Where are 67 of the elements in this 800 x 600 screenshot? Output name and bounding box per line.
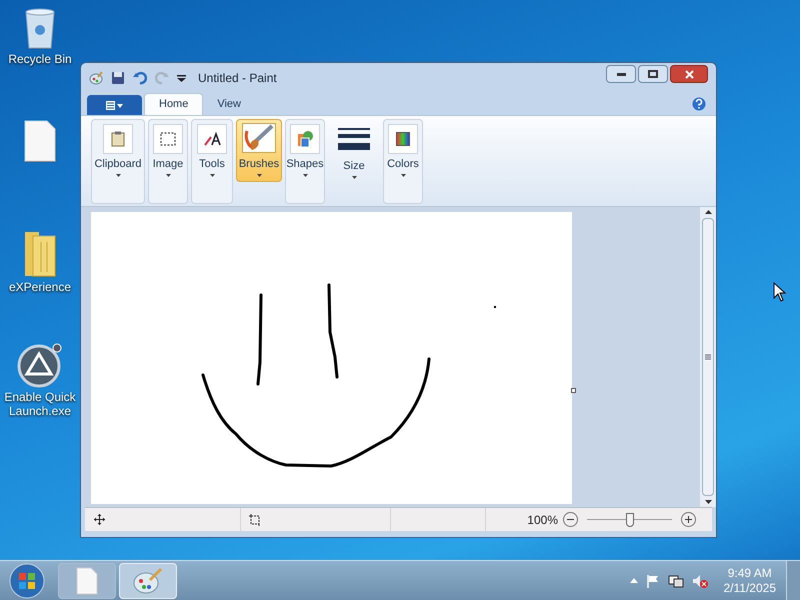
menu-icon — [106, 100, 124, 110]
resize-handle-icon[interactable] — [571, 388, 576, 393]
folder-icon[interactable] — [23, 230, 57, 278]
line-size-icon — [338, 127, 370, 153]
ribbon-group-button[interactable]: Brushes — [236, 119, 282, 182]
ribbon-group-button[interactable]: Clipboard — [91, 119, 145, 204]
move-cursor-icon — [94, 514, 105, 525]
brush-icon — [242, 123, 276, 153]
dot-mark — [494, 306, 496, 308]
pencil-text-icon — [203, 131, 221, 147]
close-icon — [684, 70, 694, 78]
dropdown-caret-icon — [400, 174, 406, 177]
select-icon — [160, 132, 176, 146]
zoom-out-button[interactable] — [563, 512, 578, 527]
scrollbar-thumb[interactable] — [702, 218, 714, 496]
start-button-icon[interactable] — [8, 562, 46, 600]
zoom-slider[interactable] — [587, 512, 672, 526]
clipboard-icon — [111, 131, 125, 147]
maximize-button[interactable] — [638, 65, 668, 83]
ribbon-group-button[interactable]: Colors — [383, 119, 423, 204]
mouse-pointer-icon — [773, 282, 786, 302]
color-palette-icon — [396, 132, 410, 146]
dropdown-caret-icon — [210, 174, 214, 177]
speaker-muted-icon[interactable] — [692, 574, 708, 588]
undo-icon[interactable] — [133, 71, 147, 85]
restore-icon — [648, 70, 658, 78]
plus-icon — [685, 516, 692, 523]
blank-file-icon[interactable] — [24, 120, 56, 162]
zoom-level-text: 100% — [527, 512, 558, 528]
vertical-scrollbar[interactable] — [700, 207, 716, 507]
zoom-slider-thumb[interactable] — [626, 512, 634, 526]
network-icon[interactable] — [668, 574, 684, 588]
paint-menu-button[interactable] — [87, 95, 142, 115]
zoom-in-button[interactable] — [681, 512, 696, 527]
window-title: Untitled - Paint — [198, 70, 277, 87]
shapes-icon — [296, 130, 314, 148]
dropdown-caret-icon — [302, 174, 308, 177]
scroll-up-icon[interactable] — [704, 210, 712, 214]
dropdown-caret-icon — [256, 174, 262, 177]
ribbon-tab[interactable]: View — [203, 93, 255, 115]
ribbon-group-button[interactable]: Tools — [191, 119, 233, 204]
app-icon[interactable] — [17, 342, 63, 388]
paint-palette-icon — [132, 566, 164, 594]
selection-size-icon — [249, 514, 261, 526]
desktop-icon-label[interactable]: Enable Quick Launch.exe — [0, 390, 80, 418]
flag-icon[interactable] — [646, 574, 660, 588]
dropdown-caret-icon[interactable] — [177, 74, 186, 82]
desktop-icon-label[interactable]: eXPerience — [8, 280, 72, 294]
dropdown-caret-icon — [166, 174, 170, 177]
desktop-icon-label[interactable]: Recycle Bin — [8, 52, 72, 66]
ribbon-tab[interactable]: Home — [144, 93, 204, 115]
minus-icon — [567, 519, 574, 520]
minimize-button[interactable] — [606, 65, 636, 83]
save-icon[interactable] — [111, 71, 125, 85]
close-button[interactable] — [670, 65, 708, 83]
paint-app-icon[interactable] — [89, 71, 103, 85]
ribbon-group-button[interactable]: Image — [148, 119, 188, 204]
ribbon-group-button[interactable]: Shapes — [285, 119, 325, 204]
grip-icon — [705, 354, 711, 360]
minimize-icon — [616, 72, 626, 76]
blank-file-icon — [76, 566, 98, 594]
show-hidden-icons-icon[interactable] — [630, 578, 638, 583]
dropdown-caret-icon — [116, 174, 120, 177]
dropdown-caret-icon — [352, 176, 356, 179]
ribbon-group-button[interactable]: Size — [328, 119, 380, 204]
help-icon[interactable] — [692, 97, 706, 111]
scroll-down-icon[interactable] — [704, 500, 712, 504]
